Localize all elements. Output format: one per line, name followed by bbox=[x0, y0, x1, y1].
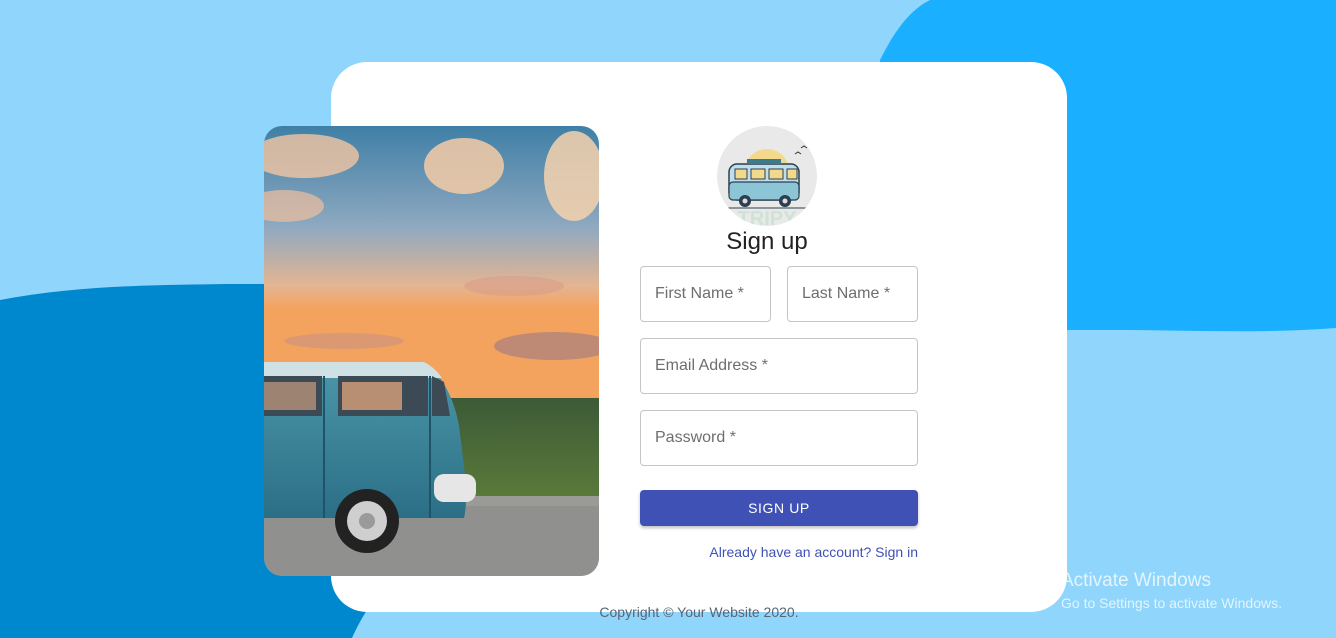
watermark-subtitle: Go to Settings to activate Windows. bbox=[1061, 595, 1282, 611]
sign-in-link[interactable]: Already have an account? Sign in bbox=[709, 544, 918, 560]
copyright-text: Copyright © Your Website 2020. bbox=[599, 604, 799, 620]
watermark-title: Activate Windows bbox=[1061, 570, 1211, 591]
page-title: Sign up bbox=[726, 228, 808, 255]
camper-van-logo: TRIPY bbox=[717, 126, 817, 226]
email-label: Email Address * bbox=[655, 357, 768, 374]
password-label: Password * bbox=[655, 429, 736, 446]
first-name-field[interactable]: First Name * bbox=[640, 266, 771, 322]
activate-windows-watermark: Activate Windows Go to Settings to activ… bbox=[1061, 570, 1282, 611]
last-name-field[interactable]: Last Name * bbox=[787, 266, 918, 322]
email-field[interactable]: Email Address * bbox=[640, 338, 918, 394]
sign-up-button[interactable]: SIGN UP bbox=[640, 490, 918, 526]
last-name-label: Last Name * bbox=[802, 285, 891, 302]
password-field[interactable]: Password * bbox=[640, 410, 918, 466]
first-name-label: First Name * bbox=[655, 285, 744, 302]
camper-van-sunset-photo bbox=[264, 126, 599, 576]
